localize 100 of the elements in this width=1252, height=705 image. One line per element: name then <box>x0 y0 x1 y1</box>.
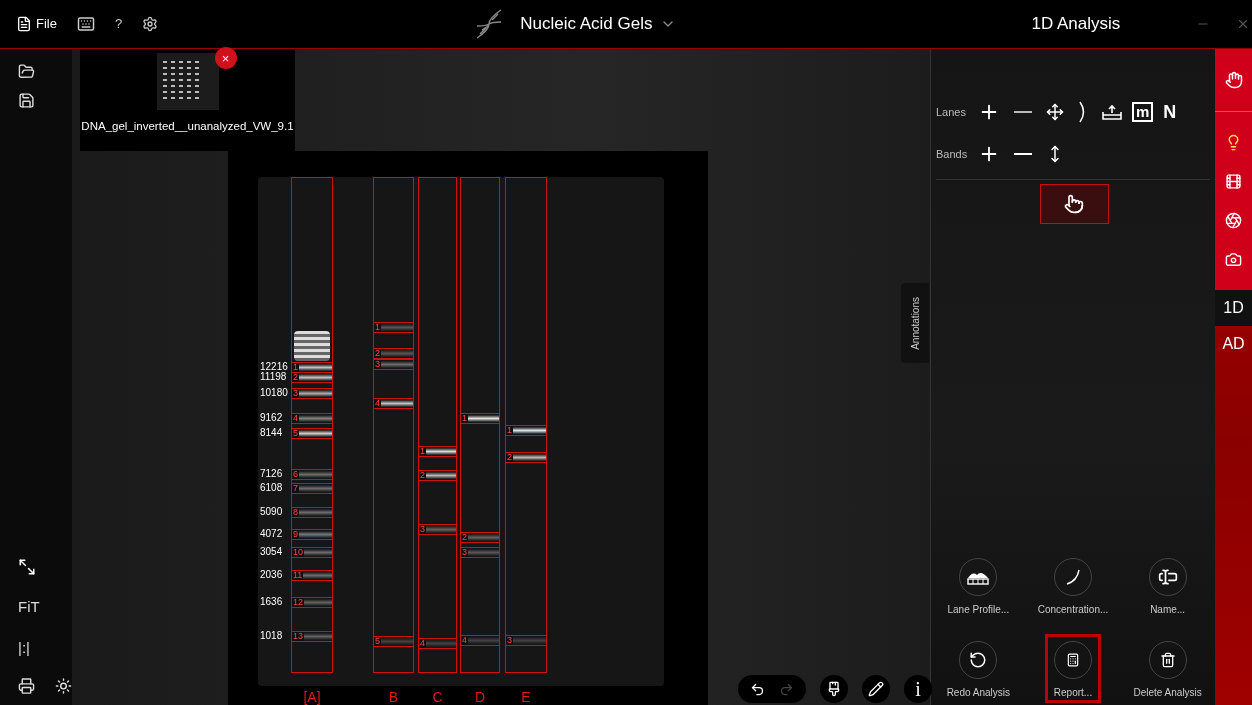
file-menu[interactable]: File <box>16 14 57 34</box>
analysis-action-button[interactable]: Concentration... <box>1028 551 1118 620</box>
printer-icon[interactable] <box>18 677 35 695</box>
lane-box[interactable]: 1 2 3 <box>505 177 547 673</box>
film-reel-icon[interactable] <box>1225 173 1242 190</box>
undo-icon[interactable] <box>750 681 765 697</box>
lane-box[interactable]: 1 2 3 4 <box>418 177 457 673</box>
expand-icon[interactable] <box>18 558 36 576</box>
band-box[interactable]: 10 <box>291 547 333 558</box>
lane-box[interactable]: 1 2 3 4 5 6 7 8 9 10 11 12 13 <box>291 177 333 673</box>
band-number: 2 <box>292 373 299 382</box>
band-glow-drawing <box>381 350 413 357</box>
palette-toggle-button[interactable] <box>820 675 848 703</box>
band-box[interactable]: 3 <box>505 635 547 646</box>
band-glow-drawing <box>304 599 332 606</box>
band-box[interactable]: 2 <box>373 348 414 359</box>
band-box[interactable]: 9 <box>291 529 333 540</box>
band-box[interactable]: 4 <box>373 398 414 409</box>
band-glow-drawing <box>426 640 456 647</box>
folder-icon[interactable] <box>18 63 35 80</box>
band-number: 12 <box>292 598 304 607</box>
band-box[interactable]: 4 <box>291 413 333 424</box>
band-box[interactable]: 3 <box>460 547 500 558</box>
band-glow-drawing <box>299 471 332 478</box>
band-box[interactable]: 2 <box>291 372 333 383</box>
band-box[interactable]: 1 <box>505 425 547 436</box>
band-box[interactable]: 3 <box>373 359 414 370</box>
save-icon[interactable] <box>18 92 35 109</box>
band-glow-drawing <box>299 415 332 422</box>
band-number: 2 <box>461 533 468 542</box>
band-glow-drawing <box>513 427 546 434</box>
fit-button[interactable]: FiT <box>18 596 40 619</box>
band-glow-drawing <box>381 324 413 331</box>
lane-box[interactable]: 1 2 3 4 <box>460 177 500 673</box>
mode-tab[interactable]: AD <box>1215 326 1252 362</box>
camera-icon[interactable] <box>1225 251 1242 268</box>
band-box[interactable]: 1 <box>373 322 414 333</box>
band-box[interactable]: 3 <box>418 524 457 535</box>
lane-label: [A] <box>302 689 322 705</box>
band-box[interactable]: 7 <box>291 483 333 494</box>
band-number: 1 <box>292 363 299 372</box>
band-number: 4 <box>461 636 468 645</box>
lane-box[interactable]: 1 2 3 4 5 <box>373 177 414 673</box>
info-button[interactable]: i <box>904 675 932 703</box>
band-box[interactable]: 13 <box>291 631 333 642</box>
actual-size-button[interactable]: |:| <box>18 636 30 659</box>
band-box[interactable]: 3 <box>291 388 333 399</box>
band-glow-drawing <box>299 390 332 397</box>
band-box[interactable]: 2 <box>460 532 500 543</box>
marker-size-label: 8144 <box>260 428 283 438</box>
thumbnail-filename: DNA_gel_inverted__unanalyzed_VW_9.1 <box>81 119 294 134</box>
band-box[interactable]: 4 <box>460 635 500 646</box>
annotations-tab[interactable]: Annotations <box>901 283 929 363</box>
band-box[interactable]: 5 <box>291 428 333 439</box>
band-box[interactable]: 1 <box>418 446 457 457</box>
band-number: 3 <box>374 360 381 369</box>
marker-size-label: 7126 <box>260 469 283 479</box>
analysis-action-button[interactable]: Lane Profile... <box>938 551 1019 620</box>
band-number: 9 <box>292 530 299 539</box>
analysis-action-button[interactable]: Delete Analysis <box>1124 634 1211 703</box>
band-box[interactable]: 6 <box>291 469 333 480</box>
normalize-button[interactable]: N <box>1159 103 1181 121</box>
tray-upload-icon <box>1102 104 1122 120</box>
analysis-action-button[interactable]: Report... <box>1044 634 1102 703</box>
lane-label: B <box>387 689 400 705</box>
file-icon <box>16 16 32 32</box>
marker-size-label: 3054 <box>260 547 283 557</box>
band-box[interactable]: 2 <box>505 452 547 463</box>
select-tool-button[interactable] <box>1039 184 1109 224</box>
gel-thumbnail[interactable] <box>156 53 219 110</box>
band-glow-drawing <box>513 637 546 644</box>
band-box[interactable]: 1 <box>291 362 333 373</box>
band-glow-drawing <box>303 572 332 579</box>
aperture-icon[interactable] <box>1225 212 1242 229</box>
app-mode-dropdown[interactable]: Nucleic Acid Gels <box>520 11 677 37</box>
band-box[interactable]: 5 <box>373 636 414 647</box>
marker-size-label: 4072 <box>260 529 283 539</box>
band-box[interactable]: 11 <box>291 570 333 581</box>
marker-button[interactable]: m <box>1132 102 1154 122</box>
analysis-action-button[interactable]: Name... <box>1139 551 1196 620</box>
analysis-action-button[interactable]: Redo Analysis <box>937 634 1019 703</box>
help-button[interactable]: ? <box>114 14 123 34</box>
pencil-button[interactable] <box>862 675 890 703</box>
band-number: 3 <box>506 636 513 645</box>
settings-icon[interactable] <box>142 16 159 32</box>
delete-icon <box>1159 652 1176 668</box>
hand-icon[interactable] <box>1224 71 1243 89</box>
curve-icon <box>1065 568 1081 586</box>
band-box[interactable]: 8 <box>291 507 333 518</box>
keyboard-icon[interactable] <box>76 15 95 33</box>
band-box[interactable]: 12 <box>291 597 333 608</box>
band-box[interactable]: 1 <box>460 413 500 424</box>
band-box[interactable]: 2 <box>418 470 457 481</box>
band-box[interactable]: 4 <box>418 638 457 649</box>
brightness-icon[interactable] <box>55 677 72 695</box>
band-number: 4 <box>419 639 426 648</box>
band-number: 10 <box>292 548 304 557</box>
band-glow-drawing <box>468 415 499 422</box>
mode-tab[interactable]: 1D <box>1215 290 1252 326</box>
lane-label: E <box>520 689 532 705</box>
